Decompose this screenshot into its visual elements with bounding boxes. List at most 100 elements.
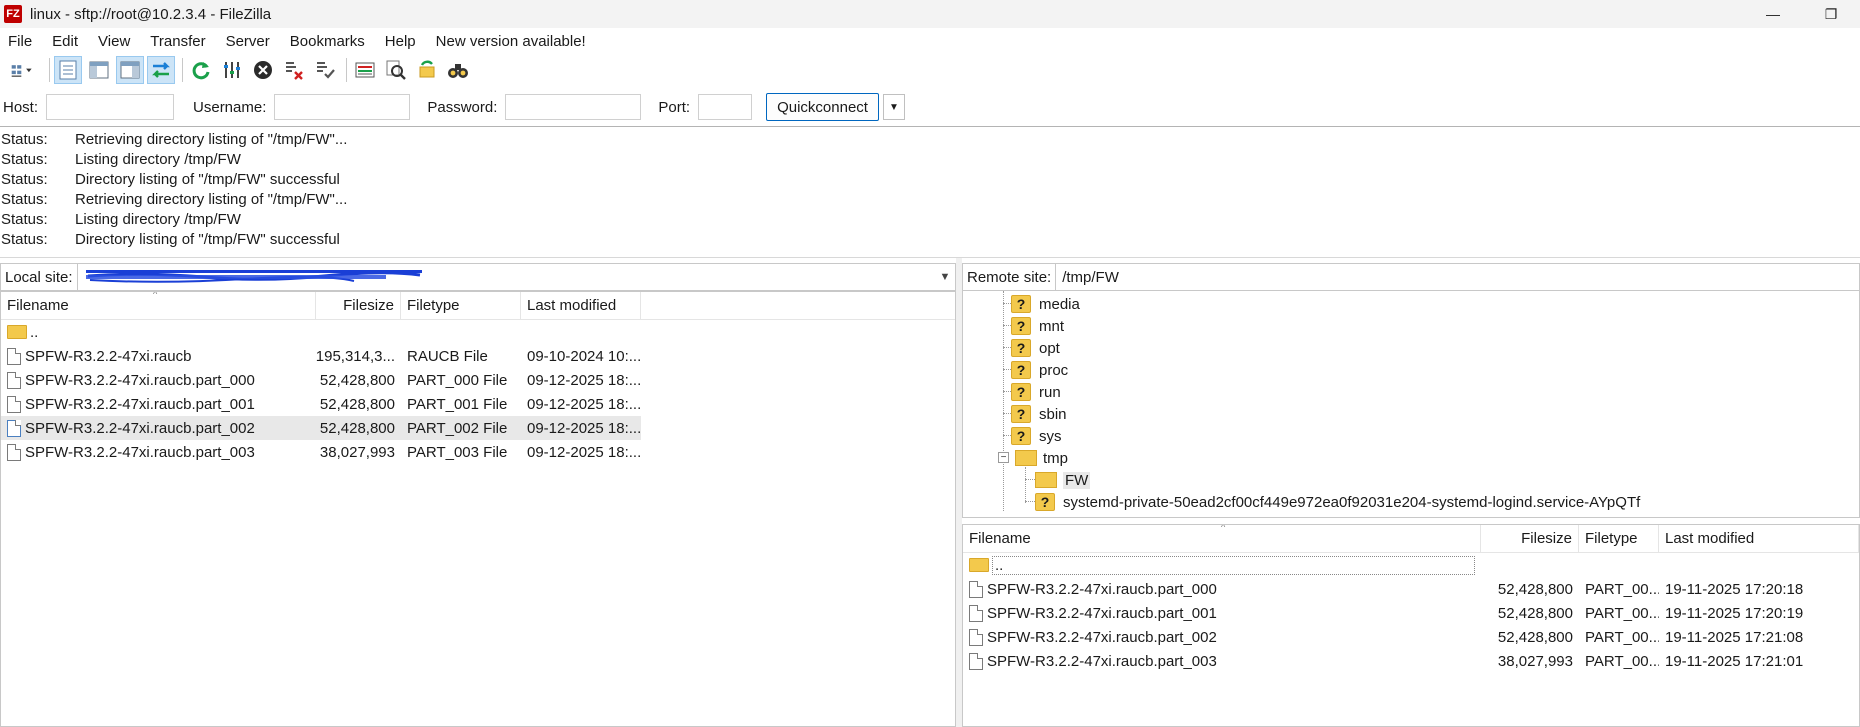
table-row[interactable]: SPFW-R3.2.2-47xi.raucb.part_002 52,428,8…: [963, 625, 1859, 649]
menu-new-version[interactable]: New version available!: [436, 33, 586, 50]
menu-bookmarks[interactable]: Bookmarks: [290, 33, 365, 50]
local-site-bar: Local site: ▼: [0, 263, 956, 291]
quickconnect-bar: Host: Username: Password: Port: Quickcon…: [0, 92, 1860, 122]
table-row[interactable]: SPFW-R3.2.2-47xi.raucb 195,314,3... RAUC…: [1, 344, 955, 368]
folder-open-icon: [1015, 450, 1037, 466]
log-message: Listing directory /tmp/FW: [75, 150, 241, 168]
file-name: SPFW-R3.2.2-47xi.raucb.part_001: [987, 604, 1217, 622]
local-path-input[interactable]: [76, 264, 935, 290]
menu-file[interactable]: File: [8, 33, 32, 50]
list-item-parent[interactable]: ..: [1, 320, 955, 344]
tree-node-proc[interactable]: ? proc: [1011, 359, 1068, 381]
local-path-dropdown-icon[interactable]: ▼: [935, 271, 955, 283]
tree-node-label: tmp: [1043, 449, 1069, 467]
file-type: PART_001 File: [407, 395, 508, 413]
table-row[interactable]: SPFW-R3.2.2-47xi.raucb.part_003 38,027,9…: [963, 649, 1859, 673]
table-row[interactable]: SPFW-R3.2.2-47xi.raucb.part_001 52,428,8…: [963, 601, 1859, 625]
tree-node-media[interactable]: ? media: [1011, 293, 1080, 315]
menu-server[interactable]: Server: [226, 33, 270, 50]
file-modified: 09-12-2025 18:...: [527, 371, 641, 389]
tree-node-label: systemd-private-50ead2cf00cf449e972ea0f9…: [1063, 493, 1641, 511]
menu-edit[interactable]: Edit: [52, 33, 78, 50]
remote-file-list[interactable]: Filename ^ Filesize Filetype Last modifie…: [962, 524, 1860, 727]
window-title: linux - sftp://root@10.2.3.4 - FileZilla: [30, 5, 272, 23]
cancel-button[interactable]: [249, 56, 277, 84]
table-row[interactable]: SPFW-R3.2.2-47xi.raucb.part_003 38,027,9…: [1, 440, 955, 464]
compare-icon: [355, 62, 375, 78]
toggle-queue-button[interactable]: [147, 56, 175, 84]
restore-button[interactable]: ❐: [1802, 0, 1860, 28]
tree-node-opt[interactable]: ? opt: [1011, 337, 1060, 359]
search-button[interactable]: [382, 56, 410, 84]
list-item-parent[interactable]: ..: [963, 553, 1859, 577]
search-icon: [386, 60, 406, 80]
password-input[interactable]: [505, 94, 642, 120]
toggle-local-tree-button[interactable]: [85, 56, 113, 84]
toggle-log-button[interactable]: [54, 56, 82, 84]
tree-node-tmp[interactable]: tmp: [1015, 447, 1068, 469]
binoculars-button[interactable]: [444, 56, 472, 84]
sync-browse-button[interactable]: [413, 56, 441, 84]
file-name: SPFW-R3.2.2-47xi.raucb.part_000: [987, 580, 1217, 598]
menu-transfer[interactable]: Transfer: [150, 33, 205, 50]
host-label: Host:: [3, 98, 39, 116]
local-col-filename[interactable]: Filename ^: [1, 292, 316, 320]
remote-col-filesize[interactable]: Filesize: [1481, 525, 1579, 553]
toolbar-separator: [49, 58, 50, 82]
filter-button[interactable]: [218, 56, 246, 84]
file-icon: [7, 419, 21, 437]
table-row-selected[interactable]: SPFW-R3.2.2-47xi.raucb.part_002 52,428,8…: [1, 416, 641, 440]
local-file-list[interactable]: Filename ^ Filesize Filetype Last modifie…: [0, 291, 956, 727]
message-log[interactable]: Status: Retrieving directory listing of "…: [0, 126, 1860, 258]
menu-view[interactable]: View: [98, 33, 130, 50]
file-type: PART_000 File: [407, 371, 508, 389]
local-col-filetype[interactable]: Filetype: [401, 292, 521, 320]
disconnect-button[interactable]: [280, 56, 308, 84]
file-type: PART_002 File: [407, 419, 508, 437]
quickconnect-button[interactable]: Quickconnect: [766, 93, 879, 121]
toggle-remote-tree-button[interactable]: [116, 56, 144, 84]
title-bar: FZ linux - sftp://root@10.2.3.4 - FileZi…: [0, 0, 1860, 28]
remote-col-filename[interactable]: Filename ^: [963, 525, 1481, 553]
refresh-button[interactable]: [187, 56, 215, 84]
file-name: SPFW-R3.2.2-47xi.raucb.part_003: [25, 443, 255, 461]
file-type: PART_00...: [1585, 652, 1659, 670]
compare-button[interactable]: [351, 56, 379, 84]
port-input[interactable]: [698, 94, 753, 120]
tree-node-fw[interactable]: FW: [1035, 469, 1091, 491]
remote-site-bar: Remote site: /tmp/FW: [962, 263, 1860, 291]
remote-directory-tree[interactable]: ? media ? mnt ? opt ? proc ? run ? sbin ? sys −…: [962, 290, 1860, 518]
file-modified: 19-11-2025 17:20:19: [1665, 604, 1804, 622]
file-size: 38,027,993: [319, 443, 395, 461]
local-col-modified[interactable]: Last modified: [521, 292, 641, 320]
window-controls: — ❐: [1744, 0, 1860, 28]
toggle-local-tree-icon: [89, 61, 109, 79]
host-input[interactable]: [46, 94, 175, 120]
unknown-folder-icon: ?: [1011, 383, 1031, 401]
collapse-icon[interactable]: −: [998, 452, 1009, 463]
table-row[interactable]: SPFW-R3.2.2-47xi.raucb.part_001 52,428,8…: [1, 392, 955, 416]
tree-node-systemd-private[interactable]: ? systemd-private-50ead2cf00cf449e972ea0f…: [1035, 491, 1640, 513]
tree-node-mnt[interactable]: ? mnt: [1011, 315, 1064, 337]
unknown-folder-icon: ?: [1011, 317, 1031, 335]
site-manager-button[interactable]: [2, 56, 42, 84]
minimize-button[interactable]: —: [1744, 0, 1802, 28]
remote-path-input[interactable]: /tmp/FW: [1055, 264, 1859, 290]
reconnect-button[interactable]: [311, 56, 339, 84]
quickconnect-dropdown[interactable]: ▼: [882, 94, 905, 120]
menu-help[interactable]: Help: [385, 33, 416, 50]
local-col-filesize[interactable]: Filesize: [316, 292, 401, 320]
file-size: 195,314,3...: [316, 347, 395, 365]
tree-node-run[interactable]: ? run: [1011, 381, 1061, 403]
tree-node-sbin[interactable]: ? sbin: [1011, 403, 1067, 425]
table-row[interactable]: SPFW-R3.2.2-47xi.raucb.part_000 52,428,8…: [1, 368, 955, 392]
remote-list-header: Filename ^ Filesize Filetype Last modifie…: [963, 525, 1859, 553]
remote-col-modified[interactable]: Last modified: [1659, 525, 1859, 553]
username-input[interactable]: [274, 94, 411, 120]
remote-col-filetype[interactable]: Filetype: [1579, 525, 1659, 553]
table-row[interactable]: SPFW-R3.2.2-47xi.raucb.part_000 52,428,8…: [963, 577, 1859, 601]
log-message: Directory listing of "/tmp/FW" successfu…: [75, 230, 340, 248]
tree-node-sys[interactable]: ? sys: [1011, 425, 1062, 447]
column-label: Filename: [969, 530, 1031, 547]
folder-icon: [1035, 472, 1057, 488]
